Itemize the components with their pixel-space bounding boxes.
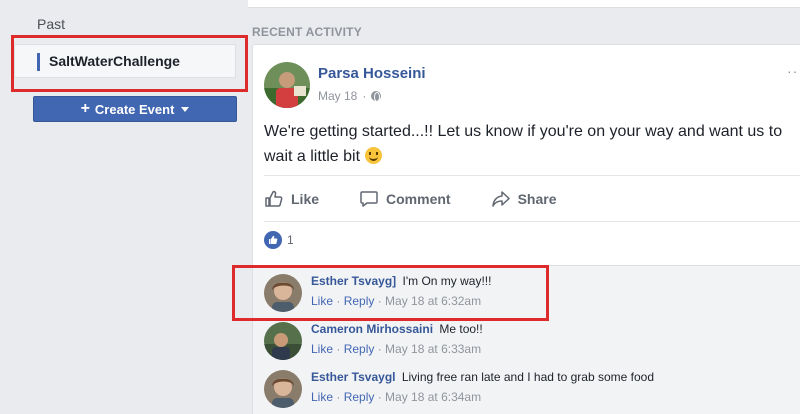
post-author-name[interactable]: Parsa Hosseini [318,65,426,82]
plus-icon: + [80,100,90,117]
post-text-content: We're getting started...!! Let us know i… [264,123,783,165]
comment-label: Comment [386,191,451,207]
comment-timestamp[interactable]: May 18 at 6:33am [385,342,481,356]
more-options-icon[interactable]: ··· [787,63,800,79]
comments-section: Esther Tsvayg] I'm On my way!!! Like · R… [253,265,800,414]
activity-feed: RECENT ACTIVITY Parsa Hosseini May 18 · … [232,0,800,414]
commenter-avatar[interactable] [264,322,302,360]
like-label: Like [291,191,320,207]
comment-item: Esther Tsvaygl Living free ran late and … [264,368,794,412]
comment-text: Living free ran late and I had to grab s… [401,370,654,384]
globe-icon [371,91,382,102]
like-button[interactable]: Like [264,189,319,209]
comment-line: Cameron Mirhossaini Me too!! [311,322,483,336]
comment-text: Me too!! [439,322,483,336]
create-event-label: Create Event [94,101,175,117]
comment-like-link[interactable]: Like [311,390,333,404]
smiley-emoji-icon [364,147,382,164]
comment-author[interactable]: Cameron Mirhossaini [311,322,433,336]
previous-card-edge [248,0,800,8]
post-author-avatar[interactable] [264,62,310,108]
left-sidebar: Past SaltWaterChallenge + Create Event [0,0,250,414]
thumbs-up-icon [265,190,283,207]
share-label: Share [517,191,557,207]
post-text: We're getting started...!! Let us know i… [264,119,794,169]
event-name: SaltWaterChallenge [49,53,180,69]
post-actions: Like Comment Share [264,183,800,215]
comment-author[interactable]: Esther Tsvayg] [311,274,399,288]
commenter-avatar[interactable] [264,274,302,312]
caret-down-icon [181,106,190,112]
share-icon [491,191,510,207]
comment-like-link[interactable]: Like [311,342,333,356]
comment-item: Esther Tsvayg] I'm On my way!!! Like · R… [264,272,794,316]
share-button[interactable]: Share [491,189,557,209]
comment-line: Esther Tsvaygl Living free ran late and … [311,370,654,384]
comment-like-link[interactable]: Like [311,294,333,308]
comment-actions: Like · Reply · May 18 at 6:34am [311,390,482,404]
post-card: Parsa Hosseini May 18 · ··· We're gettin… [252,44,800,414]
comment-actions: Like · Reply · May 18 at 6:33am [311,342,482,356]
selected-indicator [37,53,40,71]
past-section-label: Past [37,16,66,32]
comment-reply-link[interactable]: Reply [344,390,375,404]
comment-text: I'm On my way!!! [402,274,492,288]
post-date[interactable]: May 18 [318,89,357,103]
divider [264,221,800,222]
like-reaction-icon [264,231,282,249]
meta-separator: · [362,89,367,103]
comment-timestamp[interactable]: May 18 at 6:32am [385,294,481,308]
post-meta: May 18 · [318,89,382,103]
create-event-button[interactable]: + Create Event [33,96,237,122]
comment-actions: Like · Reply · May 18 at 6:32am [311,294,482,308]
reaction-summary[interactable]: 1 [264,231,294,249]
comment-reply-link[interactable]: Reply [344,294,375,308]
divider [264,175,800,176]
reaction-count: 1 [287,233,294,247]
comment-author[interactable]: Esther Tsvaygl [311,370,395,384]
event-item-saltwaterchallenge[interactable]: SaltWaterChallenge [14,44,236,78]
comment-icon [360,191,378,207]
commenter-avatar[interactable] [264,370,302,408]
comment-item: Cameron Mirhossaini Me too!! Like · Repl… [264,320,794,364]
comment-timestamp[interactable]: May 18 at 6:34am [385,390,481,404]
comment-reply-link[interactable]: Reply [344,342,375,356]
comment-line: Esther Tsvayg] I'm On my way!!! [311,274,491,288]
section-title: RECENT ACTIVITY [252,25,362,39]
comment-button[interactable]: Comment [359,189,451,209]
